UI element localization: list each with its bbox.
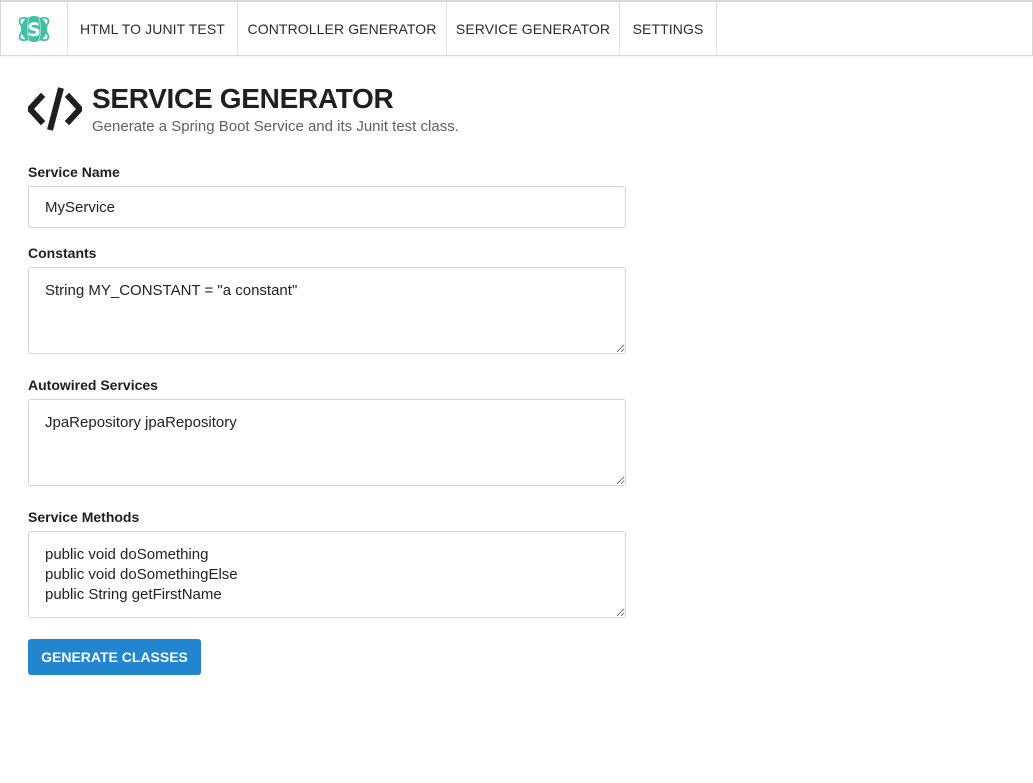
service-name-input[interactable] (28, 186, 626, 228)
service-name-label: Service Name (28, 164, 120, 180)
nav-settings[interactable]: SETTINGS (620, 2, 717, 55)
logo[interactable]: S (1, 2, 68, 55)
atom-s-logo-icon: S (18, 11, 50, 46)
autowired-services-label: Autowired Services (28, 377, 158, 393)
top-navbar: S HTML TO JUNIT TEST CONTROLLER GENERATO… (0, 0, 1033, 56)
generate-classes-button[interactable]: GENERATE CLASSES (28, 639, 201, 675)
service-name-group: Service Name (28, 164, 626, 228)
autowired-services-textarea[interactable]: JpaRepository jpaRepository (28, 399, 626, 486)
constants-textarea[interactable]: String MY_CONSTANT = "a constant" (28, 267, 626, 354)
constants-group: Constants String MY_CONSTANT = "a consta… (28, 245, 626, 359)
service-methods-label: Service Methods (28, 509, 140, 525)
autowired-services-group: Autowired Services JpaRepository jpaRepo… (28, 377, 626, 491)
code-icon (28, 87, 82, 131)
page-title: SERVICE GENERATOR (92, 83, 394, 114)
constants-label: Constants (28, 245, 97, 261)
nav-service-generator[interactable]: SERVICE GENERATOR (447, 2, 620, 55)
page-header: SERVICE GENERATOR Generate a Spring Boot… (28, 84, 459, 135)
service-generator-form: Service Name Constants String MY_CONSTAN… (28, 164, 626, 675)
page-subtitle: Generate a Spring Boot Service and its J… (92, 118, 459, 135)
nav-controller-generator[interactable]: CONTROLLER GENERATOR (238, 2, 447, 55)
header-text: SERVICE GENERATOR Generate a Spring Boot… (92, 83, 459, 136)
svg-text:S: S (27, 19, 41, 41)
service-methods-textarea[interactable]: public void doSomething public void doSo… (28, 531, 626, 618)
nav-html-to-junit-test[interactable]: HTML TO JUNIT TEST (68, 2, 238, 55)
service-methods-group: Service Methods public void doSomething … (28, 509, 626, 623)
